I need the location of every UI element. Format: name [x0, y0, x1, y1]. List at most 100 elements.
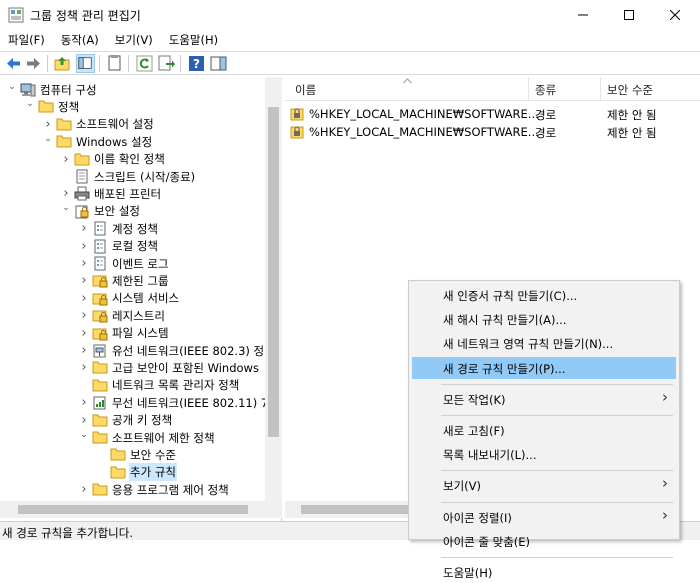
- collapsed-chevron-icon[interactable]: ›: [78, 413, 90, 428]
- tree-item-label: 컴퓨터 구성: [40, 82, 97, 97]
- tree-horizontal-scrollbar[interactable]: [0, 501, 282, 518]
- close-icon: [670, 10, 680, 20]
- column-header-name[interactable]: 이름: [295, 82, 316, 98]
- list-horizontal-scrollbar[interactable]: [285, 501, 415, 518]
- rule-security-level: 제한 안 됨: [607, 108, 657, 122]
- tree-item[interactable]: › 공개 키 정책: [78, 412, 172, 429]
- tree-item[interactable]: › 소프트웨어 설정: [42, 116, 153, 133]
- tree-item[interactable]: ⌄ 보안 설정: [60, 203, 140, 220]
- collapsed-chevron-icon[interactable]: ›: [78, 482, 90, 497]
- tree-item[interactable]: 네트워크 목록 관리자 정책: [78, 377, 239, 394]
- menu-file[interactable]: 파일(F): [0, 30, 53, 50]
- tree-item[interactable]: › 이름 확인 정책: [60, 151, 164, 168]
- collapsed-chevron-icon[interactable]: ›: [78, 291, 90, 306]
- show-action-pane-icon[interactable]: [209, 54, 228, 73]
- context-menu-item[interactable]: 모든 작업(K) ›: [412, 388, 676, 410]
- menu-view[interactable]: 보기(V): [107, 30, 161, 50]
- up-folder-icon[interactable]: [53, 54, 72, 73]
- tree-item[interactable]: › 제한된 그룹: [78, 272, 168, 289]
- list-header: 이름 종류 보안 수준: [285, 77, 700, 101]
- tree-item[interactable]: ⌄ 컴퓨터 구성: [6, 81, 97, 98]
- export-list-icon[interactable]: [157, 54, 176, 73]
- properties-icon[interactable]: [105, 54, 124, 73]
- close-button[interactable]: [652, 0, 698, 30]
- collapsed-chevron-icon[interactable]: ›: [78, 360, 90, 375]
- tree-item-label: Windows 설정: [76, 134, 153, 149]
- expanded-chevron-icon[interactable]: ⌄: [42, 134, 54, 144]
- collapsed-chevron-icon[interactable]: ›: [78, 326, 90, 341]
- tree-item[interactable]: ⌄ 소프트웨어 제한 정책: [78, 429, 215, 446]
- list-row[interactable]: %HKEY_LOCAL_MACHINE₩SOFTWARE... 경로 제한 안 …: [285, 123, 700, 141]
- folder-icon: [92, 483, 108, 496]
- context-menu-item[interactable]: 새 인증서 규칙 만들기(C)...: [412, 284, 676, 306]
- context-menu-item[interactable]: 새로 고침(F): [412, 419, 676, 441]
- column-header-security-level[interactable]: 보안 수준: [607, 82, 653, 98]
- folder-icon: [92, 361, 108, 374]
- maximize-button[interactable]: [606, 0, 652, 30]
- tree-item[interactable]: ⌄ Windows 설정: [42, 133, 152, 150]
- collapsed-chevron-icon[interactable]: ›: [78, 308, 90, 323]
- tree-vertical-scrollbar[interactable]: [265, 77, 282, 501]
- context-menu-item[interactable]: 새 해시 규칙 만들기(A)...: [412, 308, 676, 330]
- tree-item-label: 네트워크 목록 관리자 정책: [112, 378, 240, 393]
- tree-item[interactable]: › 이벤트 로그: [78, 255, 168, 272]
- show-hide-console-tree-icon[interactable]: [76, 54, 95, 73]
- policy-icon: [94, 221, 106, 236]
- security-settings-icon: [75, 205, 89, 219]
- collapsed-chevron-icon[interactable]: ›: [78, 395, 90, 410]
- context-menu-item-label: 모든 작업(K): [443, 392, 506, 407]
- collapsed-chevron-icon[interactable]: ›: [78, 256, 90, 271]
- tree-item-label: 배포된 프린터: [94, 186, 162, 201]
- minimize-button[interactable]: [560, 0, 606, 30]
- submenu-chevron-icon: ›: [662, 474, 668, 493]
- list-row[interactable]: %HKEY_LOCAL_MACHINE₩SOFTWARE... 경로 제한 안 …: [285, 105, 700, 123]
- rule-name: %HKEY_LOCAL_MACHINE₩SOFTWARE...: [309, 107, 539, 121]
- tree-item-label: 소프트웨어 제한 정책: [112, 430, 215, 445]
- expanded-chevron-icon[interactable]: ⌄: [6, 82, 18, 92]
- help-icon[interactable]: ?: [187, 54, 206, 73]
- column-header-type[interactable]: 종류: [535, 82, 556, 98]
- status-text: 새 경로 규칙을 추가합니다.: [2, 526, 134, 540]
- tree-item[interactable]: › 레지스트리: [78, 307, 165, 324]
- context-menu-item[interactable]: 아이콘 줄 맞춤(E): [412, 530, 676, 552]
- context-menu-item[interactable]: 목록 내보내기(L)...: [412, 443, 676, 465]
- tree-item[interactable]: › 배포된 프린터: [60, 185, 161, 202]
- back-button[interactable]: [4, 54, 23, 73]
- collapsed-chevron-icon[interactable]: ›: [42, 117, 54, 132]
- context-menu-item[interactable]: 아이콘 정렬(I) ›: [412, 506, 676, 528]
- context-menu-item-label: 새 경로 규칙 만들기(P)...: [443, 361, 566, 376]
- tree-item[interactable]: › 시스템 서비스: [78, 290, 179, 307]
- menu-help[interactable]: 도움말(H): [161, 30, 226, 50]
- tree-item[interactable]: › 무선 네트워크(IEEE 802.11) 7: [78, 394, 268, 411]
- tree-item[interactable]: › 로컬 정책: [78, 238, 158, 255]
- forward-button[interactable]: [24, 54, 43, 73]
- expanded-chevron-icon[interactable]: ⌄: [60, 203, 72, 213]
- tree-item[interactable]: 보안 수준: [96, 446, 176, 463]
- tree-item[interactable]: › 유선 네트워크(IEEE 802.3) 정: [78, 342, 264, 359]
- context-menu-item[interactable]: 보기(V) ›: [412, 474, 676, 496]
- tree-item[interactable]: ⌄ 정책: [24, 98, 79, 115]
- menu-action[interactable]: 동작(A): [53, 30, 107, 50]
- context-menu-item-label: 아이콘 줄 맞춤(E): [443, 534, 531, 549]
- tree-item[interactable]: 스크립트 (시작/종료): [60, 168, 195, 185]
- tree-item[interactable]: › 계정 정책: [78, 220, 158, 237]
- refresh-icon[interactable]: [135, 54, 154, 73]
- tree-item[interactable]: 추가 규칙: [96, 463, 177, 482]
- submenu-chevron-icon: ›: [662, 387, 668, 406]
- context-menu-item[interactable]: 도움말(H): [412, 561, 676, 583]
- collapsed-chevron-icon[interactable]: ›: [78, 221, 90, 236]
- tree-item[interactable]: › 고급 보안이 포함된 Windows: [78, 359, 259, 376]
- collapsed-chevron-icon[interactable]: ›: [78, 343, 90, 358]
- collapsed-chevron-icon[interactable]: ›: [78, 273, 90, 288]
- context-menu: 새 인증서 규칙 만들기(C)... 새 해시 규칙 만들기(A)... 새 네트워…: [408, 280, 680, 580]
- context-menu-item[interactable]: 새 네트워크 영역 규칙 만들기(N)...: [412, 332, 676, 354]
- collapsed-chevron-icon[interactable]: ›: [78, 239, 90, 254]
- tree-item[interactable]: › 파일 시스템: [78, 325, 168, 342]
- collapsed-chevron-icon[interactable]: ›: [60, 152, 72, 167]
- expanded-chevron-icon[interactable]: ⌄: [24, 99, 36, 109]
- expanded-chevron-icon[interactable]: ⌄: [78, 430, 90, 440]
- tree-item[interactable]: › 응용 프로그램 제어 정책: [78, 481, 228, 498]
- collapsed-chevron-icon[interactable]: ›: [60, 186, 72, 201]
- context-menu-item[interactable]: 새 경로 규칙 만들기(P)...: [412, 356, 676, 379]
- folder-icon: [92, 414, 108, 427]
